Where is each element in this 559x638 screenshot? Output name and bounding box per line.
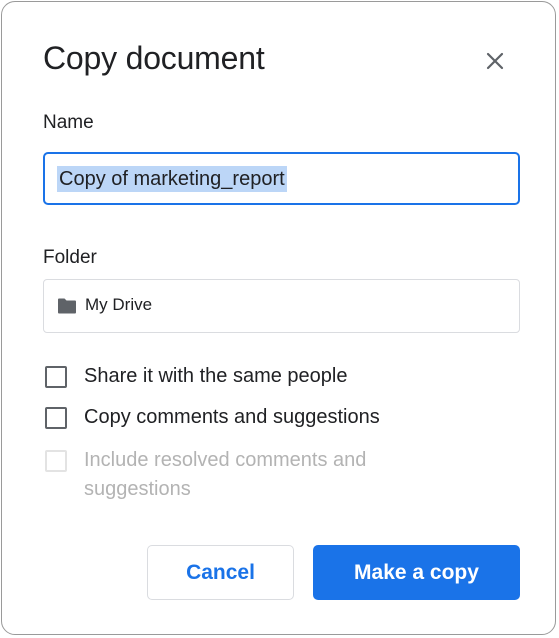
share-checkbox[interactable] xyxy=(45,366,67,388)
make-a-copy-button[interactable]: Make a copy xyxy=(313,545,520,600)
folder-value: My Drive xyxy=(85,295,153,314)
close-button[interactable] xyxy=(480,46,510,76)
name-input-value: Copy of marketing_report xyxy=(57,166,287,192)
name-input[interactable]: Copy of marketing_report xyxy=(43,152,520,205)
copy-comments-label: Copy comments and suggestions xyxy=(84,406,380,428)
include-resolved-checkbox xyxy=(45,450,67,472)
copy-comments-checkbox[interactable] xyxy=(45,407,67,429)
copy-document-dialog: Copy document Name Copy of marketing_rep… xyxy=(1,1,556,635)
share-option-label: Share it with the same people xyxy=(84,365,348,387)
cancel-button[interactable]: Cancel xyxy=(147,545,294,600)
close-icon xyxy=(486,52,504,70)
dialog-title: Copy document xyxy=(43,40,265,76)
folder-selector[interactable]: My Drive xyxy=(43,279,520,333)
folder-label: Folder xyxy=(43,247,97,268)
include-resolved-label: Include resolved comments and suggestion… xyxy=(84,449,367,500)
name-label: Name xyxy=(43,112,94,133)
folder-icon xyxy=(58,298,76,314)
